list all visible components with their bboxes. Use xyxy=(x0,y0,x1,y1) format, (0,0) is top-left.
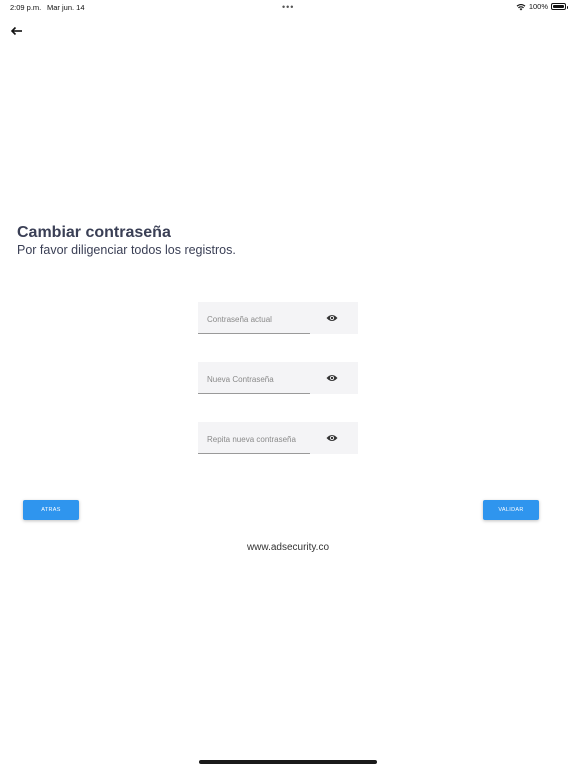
new-password-field xyxy=(198,362,358,394)
new-password-input[interactable] xyxy=(198,362,310,394)
home-indicator[interactable] xyxy=(199,760,377,764)
eye-icon[interactable] xyxy=(326,433,338,443)
wifi-icon xyxy=(516,3,526,10)
eye-icon[interactable] xyxy=(326,313,338,323)
status-right: 100% xyxy=(516,2,568,11)
back-arrow-icon[interactable] xyxy=(10,24,24,38)
current-password-field xyxy=(198,302,358,334)
status-date: Mar jun. 14 xyxy=(47,3,85,12)
status-time: 2:09 p.m. xyxy=(10,3,42,12)
page-title: Cambiar contraseña xyxy=(17,224,171,241)
battery-icon xyxy=(551,3,568,10)
back-button[interactable]: ATRAS xyxy=(23,500,79,520)
website-link[interactable]: www.adsecurity.co xyxy=(0,542,576,553)
battery-percentage: 100% xyxy=(528,2,548,11)
current-password-input[interactable] xyxy=(198,302,310,334)
repeat-password-field xyxy=(198,422,358,454)
status-bar: 2:09 p.m. Mar jun. 14 ••• 100% xyxy=(0,0,576,14)
page-subtitle: Por favor diligenciar todos los registro… xyxy=(17,243,236,257)
repeat-password-input[interactable] xyxy=(198,422,310,454)
multitasking-dots[interactable]: ••• xyxy=(282,2,294,12)
validate-button[interactable]: VALIDAR xyxy=(483,500,539,520)
eye-icon[interactable] xyxy=(326,373,338,383)
